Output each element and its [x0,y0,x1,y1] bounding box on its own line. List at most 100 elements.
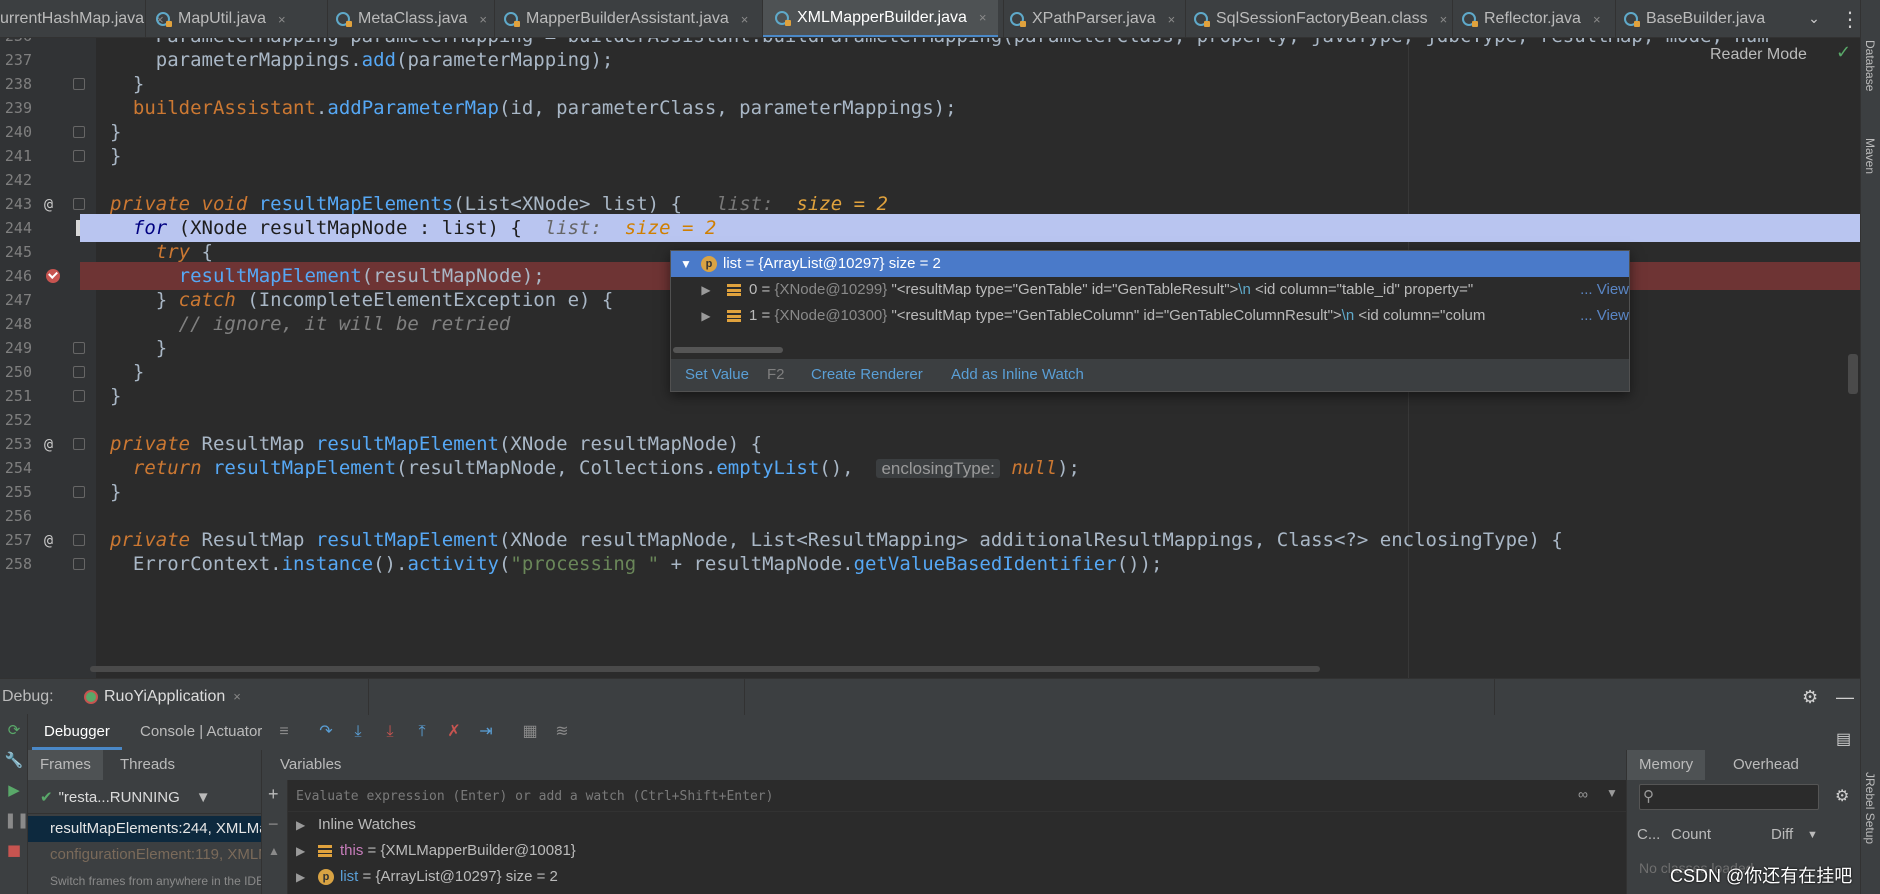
step-over-icon[interactable]: ↷ [316,722,336,742]
fold-icon[interactable] [73,126,85,138]
tab-sqlsessionfactorybean[interactable]: SqlSessionFactoryBean.class × [1194,0,1448,37]
step-out-icon[interactable]: ⤒ [412,722,432,742]
stop-icon[interactable]: ■ [4,840,24,860]
tab-console-actuator[interactable]: Console | Actuator [128,714,274,750]
expand-arrow-icon[interactable]: ▶ [296,812,305,838]
force-step-into-icon[interactable]: ⤓ [380,722,400,742]
close-session-icon[interactable]: × [233,689,241,704]
add-inline-watch-link[interactable]: Add as Inline Watch [951,359,1084,391]
tab-xpathparser[interactable]: XPathParser.java × [1010,0,1176,37]
create-renderer-link[interactable]: Create Renderer [811,359,923,391]
var-row-list[interactable]: ▶ p list = {ArrayList@10297} size = 2 [288,864,1626,890]
frame-row[interactable]: resultMapElements:244, XMLMapperBuilder [28,816,261,842]
session-tab[interactable]: RuoYiApplication × [76,679,249,715]
column-class[interactable]: C... [1637,820,1660,850]
fold-icon[interactable] [73,366,85,378]
var-row-this[interactable]: ▶ this = {XMLMapperBuilder@10081} [288,838,1626,864]
code-line[interactable]: ErrorContext.instance().activity("proces… [96,550,1860,578]
var-row-inline-watches[interactable]: ▶ Inline Watches [288,812,1626,838]
override-marker-icon[interactable]: @ [44,531,53,549]
tab-reflector[interactable]: Reflector.java × [1462,0,1601,37]
gear-icon[interactable]: ⚙ [1802,679,1818,715]
popup-horizontal-scrollbar[interactable] [673,347,783,353]
sort-chevron-icon[interactable]: ▼ [1807,820,1818,850]
gutter-line[interactable]: 258 [0,550,96,578]
filter-icon[interactable]: ▼ [196,789,211,806]
maven-tool-button[interactable]: Maven [1863,138,1877,174]
column-diff[interactable]: Diff [1771,820,1793,850]
inspection-ok-icon[interactable]: ✓ [1836,42,1851,63]
thread-selector[interactable]: ✔ "resta...RUNNING ▼ [28,782,261,814]
tab-close-icon[interactable]: × [1440,12,1448,27]
editor-gutter[interactable]: 236 237 238 239 240 241 242 243 @244 245 246 247 248… [0,38,96,678]
run-to-cursor-icon[interactable]: ⇥ [476,722,496,742]
glasses-icon[interactable]: ∞ [1578,786,1588,802]
evaluate-expression-input[interactable] [296,780,1536,812]
tree-row-item-0[interactable]: ▶ 0 = {XNode@10299} "<resultMap type="Ge… [671,277,1629,303]
wrench-icon[interactable]: 🔧 [4,750,24,770]
fold-icon[interactable] [73,342,85,354]
move-up-icon[interactable]: ▲ [268,844,280,858]
column-count[interactable]: Count [1671,820,1711,850]
view-link[interactable]: ... View [1578,303,1629,329]
expand-arrow-icon[interactable]: ▶ [296,838,305,864]
fold-icon[interactable] [73,534,85,546]
vertical-scrollbar[interactable] [1848,354,1858,394]
fold-icon[interactable] [73,198,85,210]
tab-concurrent-hashmap[interactable]: urrentHashMap.java × [0,0,164,37]
set-value-link[interactable]: Set Value [685,359,749,391]
tab-maputil[interactable]: MapUtil.java × [156,0,286,37]
fold-icon[interactable] [73,78,85,90]
chevron-down-icon[interactable]: ▼ [1606,786,1618,800]
tab-list-chevron-icon[interactable]: ⌄ [1796,0,1832,37]
tab-close-icon[interactable]: × [479,12,487,27]
reader-mode-button[interactable]: Reader Mode [1710,46,1807,64]
tab-close-icon[interactable]: × [741,12,749,27]
tab-memory[interactable]: Memory [1627,750,1706,780]
show-execution-point-icon[interactable]: ≡ [274,722,294,742]
tree-row-item-1[interactable]: ▶ 1 = {XNode@10300} "<resultMap type="Ge… [671,303,1629,329]
expand-arrow-icon[interactable]: ▶ [699,303,713,329]
collapse-arrow-icon[interactable]: ▼ [679,251,693,277]
tree-row-list[interactable]: ▼ p list = {ArrayList@10297} size = 2 [671,251,1629,277]
horizontal-scrollbar[interactable] [90,666,1320,672]
tab-xmlmapperbuilder[interactable]: XMLMapperBuilder.java × [763,0,999,37]
tab-threads[interactable]: Threads [108,750,187,780]
step-into-icon[interactable]: ⤓ [348,722,368,742]
database-tool-button[interactable]: Database [1863,40,1877,91]
tab-mapperbuilderassistant[interactable]: MapperBuilderAssistant.java × [504,0,749,37]
frame-row[interactable]: configurationElement:119, XMLMapperBuild… [28,842,261,868]
trace-stream-icon[interactable]: ≋ [552,722,572,742]
minimize-icon[interactable]: — [1836,679,1854,715]
fold-icon[interactable] [73,558,85,570]
add-watch-icon[interactable]: + [268,784,279,805]
tab-close-icon[interactable]: × [278,12,286,27]
gear-icon[interactable]: ⚙ [1835,786,1849,806]
breakpoint-icon[interactable] [46,269,60,283]
tab-metaclass[interactable]: MetaClass.java × [336,0,487,37]
override-marker-icon[interactable]: @ [44,195,53,213]
tab-basebuilder[interactable]: BaseBuilder.java [1624,0,1765,37]
rerun-icon[interactable]: ⟳ [4,720,24,740]
view-link[interactable]: ... View [1578,277,1629,303]
pause-icon[interactable]: ❚❚ [4,810,29,830]
tab-close-icon[interactable]: × [1593,12,1601,27]
expand-arrow-icon[interactable]: ▶ [699,277,713,303]
evaluate-expression-icon[interactable]: ▦ [520,722,540,742]
tab-frames[interactable]: Frames [28,750,103,780]
fold-icon[interactable] [73,438,85,450]
resume-icon[interactable]: ▶ [4,780,24,800]
drop-frame-icon[interactable]: ✗ [444,722,464,742]
tab-close-icon[interactable]: × [979,10,987,25]
jrebel-tool-button[interactable]: JRebel Setup [1863,772,1877,844]
fold-icon[interactable] [73,390,85,402]
expand-arrow-icon[interactable]: ▶ [296,864,305,890]
tab-close-icon[interactable]: × [1168,12,1176,27]
tab-debugger[interactable]: Debugger [32,714,122,750]
tab-overhead[interactable]: Overhead [1721,750,1811,780]
fold-icon[interactable] [73,486,85,498]
fold-icon[interactable] [73,150,85,162]
override-marker-icon[interactable]: @ [44,435,53,453]
memory-search-input[interactable] [1639,784,1819,810]
remove-watch-icon[interactable]: − [268,814,279,835]
